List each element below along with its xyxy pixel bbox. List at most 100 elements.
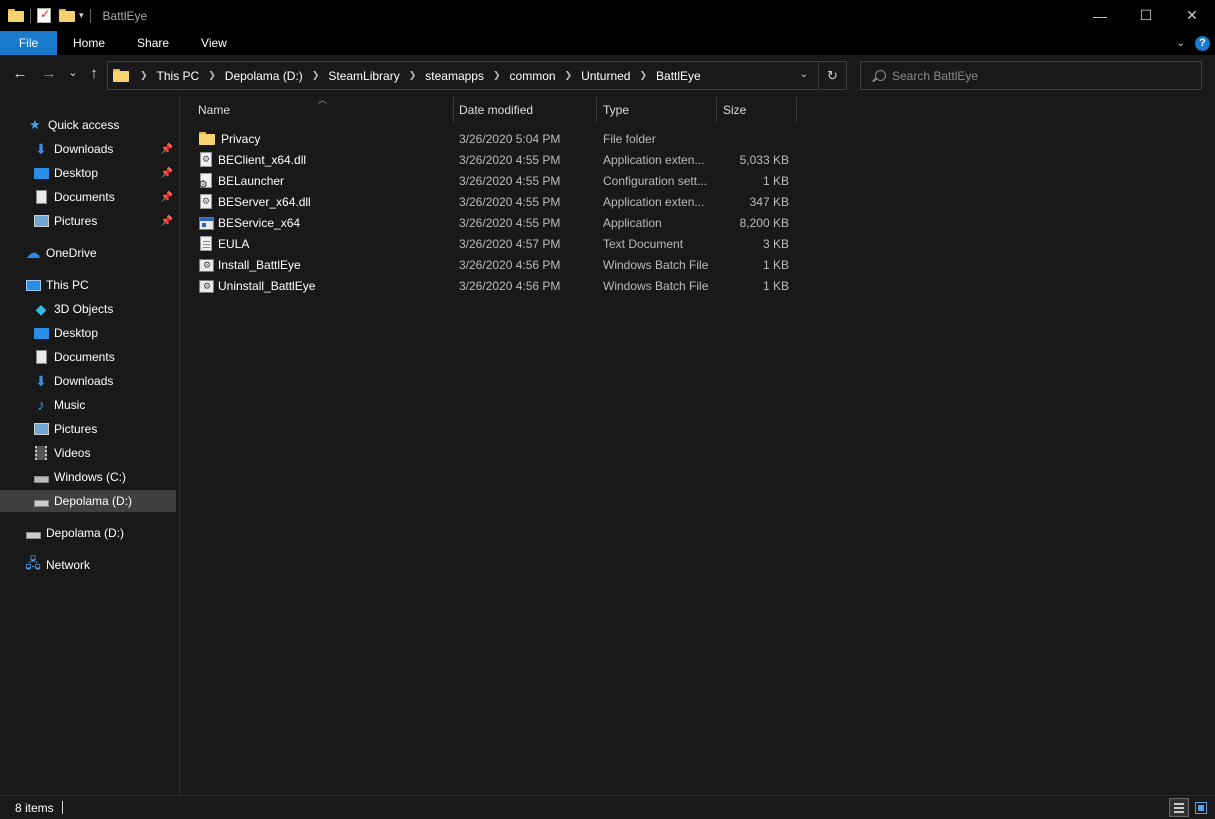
tab-file[interactable]: File bbox=[0, 31, 57, 55]
sidebar-item-network[interactable]: 🖧 Network bbox=[0, 554, 176, 576]
chevron-right-icon[interactable]: ❯ bbox=[208, 70, 216, 81]
column-name[interactable]: Name bbox=[192, 97, 454, 123]
close-button[interactable]: ✕ bbox=[1169, 0, 1215, 31]
file-row-uninstall-battleye[interactable]: Uninstall_BattlEye 3/26/2020 4:56 PM Win… bbox=[197, 275, 797, 296]
chevron-right-icon[interactable]: ❯ bbox=[639, 70, 647, 81]
forward-button[interactable]: → bbox=[39, 65, 59, 82]
column-type[interactable]: Type bbox=[597, 97, 717, 123]
chevron-right-icon[interactable]: ❯ bbox=[493, 70, 501, 81]
batch-file-icon bbox=[199, 279, 214, 293]
chevron-right-icon[interactable]: ❯ bbox=[565, 70, 573, 81]
documents-icon bbox=[33, 349, 49, 365]
chevron-right-icon[interactable]: ❯ bbox=[409, 70, 417, 81]
breadcrumb-steamlibrary[interactable]: SteamLibrary bbox=[328, 69, 399, 83]
breadcrumb-this-pc[interactable]: This PC bbox=[157, 69, 200, 83]
sidebar-item-pictures[interactable]: Pictures bbox=[0, 418, 176, 440]
sidebar-item-label: Pictures bbox=[54, 214, 98, 228]
sidebar-item-documents[interactable]: Documents bbox=[0, 346, 176, 368]
dll-icon bbox=[200, 152, 212, 167]
large-icons-view-icon bbox=[1195, 801, 1207, 814]
file-row-belauncher[interactable]: BELauncher 3/26/2020 4:55 PM Configurati… bbox=[197, 170, 797, 191]
breadcrumb-steamapps[interactable]: steamapps bbox=[425, 69, 484, 83]
file-size: 8,200 KB bbox=[739, 215, 789, 230]
sidebar-item-label: Quick access bbox=[48, 118, 120, 132]
back-button[interactable]: ← bbox=[10, 65, 30, 82]
file-row-beclient[interactable]: BEClient_x64.dll 3/26/2020 4:55 PM Appli… bbox=[197, 149, 797, 170]
file-row-eula[interactable]: EULA 3/26/2020 4:57 PM Text Document 3 K… bbox=[197, 233, 797, 254]
sidebar-item-downloads[interactable]: ⬇ Downloads bbox=[0, 370, 176, 392]
pin-icon[interactable]: 📌 bbox=[161, 144, 173, 155]
file-name: Uninstall_BattlEye bbox=[218, 278, 316, 293]
up-button[interactable]: ↑ bbox=[84, 65, 104, 82]
file-row-beserver[interactable]: BEServer_x64.dll 3/26/2020 4:55 PM Appli… bbox=[197, 191, 797, 212]
sidebar-item-3d-objects[interactable]: ◆ 3D Objects bbox=[0, 298, 176, 320]
tab-home[interactable]: Home bbox=[57, 31, 121, 55]
pictures-icon bbox=[33, 421, 49, 437]
chevron-right-icon[interactable]: ❯ bbox=[140, 70, 148, 81]
address-dropdown-icon[interactable]: ⌄ bbox=[800, 69, 808, 80]
chevron-right-icon[interactable]: ❯ bbox=[312, 70, 320, 81]
music-icon: ♪ bbox=[37, 396, 45, 414]
details-view-button[interactable] bbox=[1169, 798, 1189, 817]
new-folder-icon[interactable] bbox=[59, 9, 75, 22]
sidebar-item-label: Videos bbox=[54, 446, 91, 460]
video-icon bbox=[33, 445, 49, 461]
sidebar-item-videos[interactable]: Videos bbox=[0, 442, 176, 464]
search-box[interactable] bbox=[860, 61, 1202, 90]
search-input[interactable] bbox=[892, 68, 1192, 83]
sidebar-item-desktop[interactable]: Desktop bbox=[0, 322, 176, 344]
file-name: BEServer_x64.dll bbox=[218, 194, 311, 209]
column-size[interactable]: Size bbox=[717, 97, 797, 123]
sidebar-item-downloads-pinned[interactable]: ⬇ Downloads 📌 bbox=[0, 138, 176, 160]
sidebar-item-depolama-d[interactable]: Depolama (D:) bbox=[0, 490, 176, 512]
column-date-modified[interactable]: Date modified bbox=[453, 97, 597, 123]
sidebar-item-label: Music bbox=[54, 398, 86, 412]
properties-icon[interactable] bbox=[37, 7, 51, 23]
sidebar-item-this-pc[interactable]: This PC bbox=[0, 274, 176, 296]
breadcrumb-depolama[interactable]: Depolama (D:) bbox=[225, 69, 303, 83]
tab-view[interactable]: View bbox=[185, 31, 243, 55]
sidebar-item-documents-pinned[interactable]: Documents 📌 bbox=[0, 186, 176, 208]
sidebar-item-desktop-pinned[interactable]: Desktop 📌 bbox=[0, 162, 176, 184]
sidebar-item-pictures-pinned[interactable]: Pictures 📌 bbox=[0, 210, 176, 232]
file-name: BELauncher bbox=[218, 173, 285, 188]
pin-icon[interactable]: 📌 bbox=[161, 168, 173, 179]
file-name: Privacy bbox=[221, 131, 261, 146]
file-row-beservice[interactable]: BEService_x64 3/26/2020 4:55 PM Applicat… bbox=[197, 212, 797, 233]
large-icons-view-button[interactable] bbox=[1191, 798, 1211, 817]
expand-ribbon-icon[interactable]: ⌄ bbox=[1177, 38, 1185, 49]
breadcrumb-battleye[interactable]: BattlEye bbox=[656, 69, 701, 83]
sidebar-item-label: Desktop bbox=[54, 326, 99, 340]
address-bar[interactable]: ❯ This PC ❯ Depolama (D:) ❯ SteamLibrary… bbox=[107, 61, 847, 90]
file-size: 1 KB bbox=[762, 173, 789, 188]
file-row-privacy[interactable]: Privacy 3/26/2020 5:04 PM File folder bbox=[197, 128, 797, 149]
sidebar-item-label: Depolama (D:) bbox=[46, 526, 125, 540]
sidebar-item-windows-c[interactable]: Windows (C:) bbox=[0, 466, 176, 488]
file-row-install-battleye[interactable]: Install_BattlEye 3/26/2020 4:56 PM Windo… bbox=[197, 254, 797, 275]
star-icon: ★ bbox=[29, 117, 41, 132]
refresh-button[interactable]: ↻ bbox=[818, 62, 846, 89]
file-name: Install_BattlEye bbox=[218, 257, 301, 272]
sidebar-item-music[interactable]: ♪ Music bbox=[0, 394, 176, 416]
file-name: EULA bbox=[218, 236, 250, 251]
folder-icon[interactable] bbox=[8, 9, 24, 22]
minimize-button[interactable]: — bbox=[1077, 0, 1123, 31]
file-date: 3/26/2020 4:56 PM bbox=[459, 278, 561, 293]
file-size: 1 KB bbox=[762, 257, 789, 272]
help-icon[interactable]: ? bbox=[1195, 35, 1210, 51]
pin-icon[interactable]: 📌 bbox=[161, 216, 173, 227]
search-icon bbox=[875, 70, 886, 81]
file-date: 3/26/2020 4:55 PM bbox=[459, 215, 561, 230]
file-date: 3/26/2020 4:57 PM bbox=[459, 236, 561, 251]
breadcrumb-unturned[interactable]: Unturned bbox=[581, 69, 630, 83]
pin-icon[interactable]: 📌 bbox=[161, 192, 173, 203]
pictures-icon bbox=[33, 213, 49, 229]
sidebar-item-quick-access[interactable]: ★ Quick access bbox=[0, 114, 176, 136]
recent-locations-button[interactable]: ⌄ bbox=[63, 66, 83, 79]
breadcrumb-common[interactable]: common bbox=[510, 69, 556, 83]
sidebar-item-depolama-d-root[interactable]: Depolama (D:) bbox=[0, 522, 176, 544]
tab-share[interactable]: Share bbox=[121, 31, 185, 55]
maximize-button[interactable]: ☐ bbox=[1123, 0, 1169, 31]
customize-toolbar-icon[interactable]: ▾ bbox=[79, 10, 84, 21]
sidebar-item-onedrive[interactable]: ☁ OneDrive bbox=[0, 242, 176, 264]
